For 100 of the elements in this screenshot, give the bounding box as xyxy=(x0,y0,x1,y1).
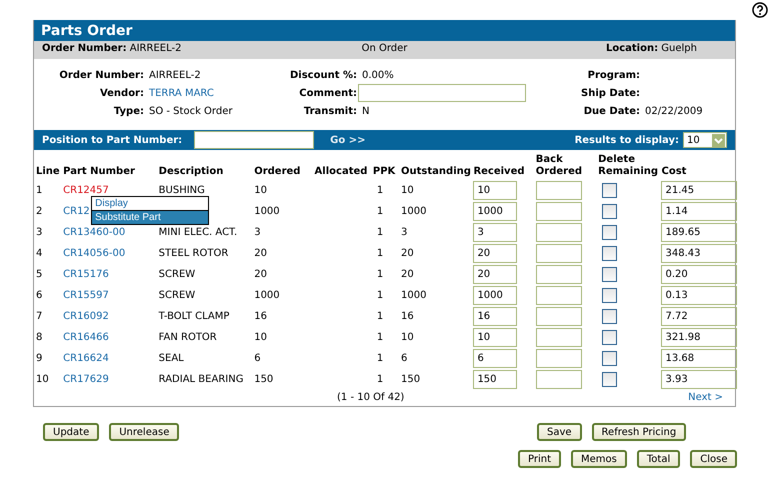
delete-checkbox[interactable] xyxy=(602,267,618,282)
cost-field[interactable]: 1.14 xyxy=(661,202,738,221)
table-cell-text: 3 xyxy=(35,226,44,240)
part-number-link[interactable]: CR16092 xyxy=(63,310,109,322)
menu-item[interactable]: Substitute Part xyxy=(92,210,208,224)
table-cell-text: 20 xyxy=(400,268,415,282)
received-field[interactable]: 150 xyxy=(473,370,518,389)
action-button[interactable]: Total xyxy=(636,450,680,468)
cost-field[interactable]: 321.98 xyxy=(661,328,738,347)
field-label: Ship Date: xyxy=(580,88,640,98)
cost-field[interactable]: 21.45 xyxy=(661,181,738,200)
table-cell-text: 6 xyxy=(400,352,408,366)
table-cell-text: 1 xyxy=(376,288,384,302)
back-ordered-field[interactable] xyxy=(536,202,582,221)
part-number-field[interactable] xyxy=(194,131,314,149)
back-ordered-field[interactable] xyxy=(536,223,582,242)
next-link[interactable]: Next > xyxy=(688,392,723,403)
part-number-link[interactable]: CR17629 xyxy=(63,374,109,384)
delete-checkbox[interactable] xyxy=(602,288,618,303)
column-header: Cost xyxy=(661,166,686,177)
table-cell-text: 1 xyxy=(376,268,384,282)
delete-checkbox[interactable] xyxy=(602,351,618,366)
location-label: Location: xyxy=(606,43,658,54)
table-cell-text: 1000 xyxy=(400,204,428,218)
back-ordered-field[interactable] xyxy=(536,286,582,305)
table-cell-text: 2 xyxy=(35,204,44,218)
part-number-link[interactable]: CR15176 xyxy=(63,268,109,280)
received-field[interactable]: 10 xyxy=(473,328,518,347)
part-number-link[interactable]: CR12 xyxy=(63,206,90,216)
action-button[interactable]: Close xyxy=(690,450,738,468)
dropdown-caret-icon[interactable] xyxy=(712,134,725,146)
received-field[interactable]: 20 xyxy=(473,244,518,263)
received-field[interactable]: 1000 xyxy=(473,202,518,221)
delete-checkbox[interactable] xyxy=(602,330,618,345)
go-link[interactable]: Go >> xyxy=(330,134,366,146)
back-ordered-field[interactable] xyxy=(536,328,582,347)
action-button[interactable]: Refresh Pricing xyxy=(592,423,686,441)
table-cell-text: 1 xyxy=(376,330,384,344)
cost-field[interactable]: 7.72 xyxy=(661,307,738,326)
field-value: SO - Stock Order xyxy=(149,106,232,116)
vendor-link[interactable]: TERRA MARC xyxy=(149,88,214,98)
table-cell-text: 1000 xyxy=(253,204,281,218)
back-ordered-field[interactable] xyxy=(536,370,582,389)
table-cell-text: 10 xyxy=(253,184,268,198)
action-button[interactable]: Memos xyxy=(571,450,627,468)
part-number-link[interactable]: CR14056-00 xyxy=(63,248,126,258)
delete-checkbox[interactable] xyxy=(602,225,618,240)
delete-checkbox[interactable] xyxy=(602,204,618,219)
results-dropdown[interactable]: 10 xyxy=(683,132,727,148)
back-ordered-field[interactable] xyxy=(536,244,582,263)
table-cell-text: 10 xyxy=(400,184,415,198)
received-field[interactable]: 1000 xyxy=(473,286,518,305)
field-label: Discount %: xyxy=(289,70,357,80)
column-header: PPK xyxy=(372,166,396,177)
table-cell-text: 1 xyxy=(376,246,384,260)
table-cell-text: 1 xyxy=(376,372,384,386)
part-number-link[interactable]: CR16466 xyxy=(63,332,109,342)
field-label: Comment: xyxy=(298,88,357,98)
cost-field[interactable]: 3.93 xyxy=(661,370,738,389)
received-field[interactable]: 20 xyxy=(473,265,518,284)
action-button[interactable]: Update xyxy=(43,423,100,441)
help-icon[interactable] xyxy=(752,2,768,18)
back-ordered-field[interactable] xyxy=(536,307,582,326)
back-ordered-field[interactable] xyxy=(536,181,582,200)
table-cell-text: 10 xyxy=(400,330,415,344)
menu-item[interactable]: Display xyxy=(92,197,208,210)
delete-checkbox[interactable] xyxy=(602,372,618,387)
cost-field[interactable]: 13.68 xyxy=(661,349,738,368)
table-cell-text: 150 xyxy=(400,372,422,386)
part-number-link[interactable]: CR15597 xyxy=(63,290,109,300)
received-field[interactable]: 3 xyxy=(473,223,518,242)
part-number-link[interactable]: CR12457 xyxy=(63,184,109,196)
part-number-link[interactable]: CR13460-00 xyxy=(63,226,126,238)
delete-checkbox[interactable] xyxy=(602,183,618,198)
back-ordered-field[interactable] xyxy=(536,349,582,368)
cost-field[interactable]: 189.65 xyxy=(661,223,738,242)
table-cell-text: 3 xyxy=(253,226,262,240)
action-button[interactable]: Save xyxy=(537,423,582,441)
part-number-link[interactable]: CR16624 xyxy=(63,352,109,364)
delete-checkbox[interactable] xyxy=(602,309,618,324)
table-cell-text: 6 xyxy=(253,352,262,366)
received-field[interactable]: 6 xyxy=(473,349,518,368)
table-cell-text: 6 xyxy=(35,288,44,302)
action-button[interactable]: Print xyxy=(518,450,562,468)
table-cell-text: 3 xyxy=(400,226,408,240)
cost-field[interactable]: 348.43 xyxy=(661,244,738,263)
back-ordered-field[interactable] xyxy=(536,265,582,284)
column-header: Part Number xyxy=(63,166,135,177)
action-button[interactable]: Unrelease xyxy=(109,423,180,441)
cost-field[interactable]: 0.13 xyxy=(661,286,738,305)
order-number-value: AIRREEL-2 xyxy=(130,43,182,54)
table-cell: MINI ELEC. ACT. xyxy=(158,226,238,238)
received-field[interactable]: 16 xyxy=(473,307,518,326)
cost-field[interactable]: 0.20 xyxy=(661,265,738,284)
table-cell-text: 16 xyxy=(400,310,415,324)
comment-field[interactable] xyxy=(358,84,526,102)
received-field[interactable]: 10 xyxy=(473,181,518,200)
table-cell-text: 20 xyxy=(253,246,268,260)
table-cell: SCREW xyxy=(158,290,196,300)
delete-checkbox[interactable] xyxy=(602,246,618,261)
